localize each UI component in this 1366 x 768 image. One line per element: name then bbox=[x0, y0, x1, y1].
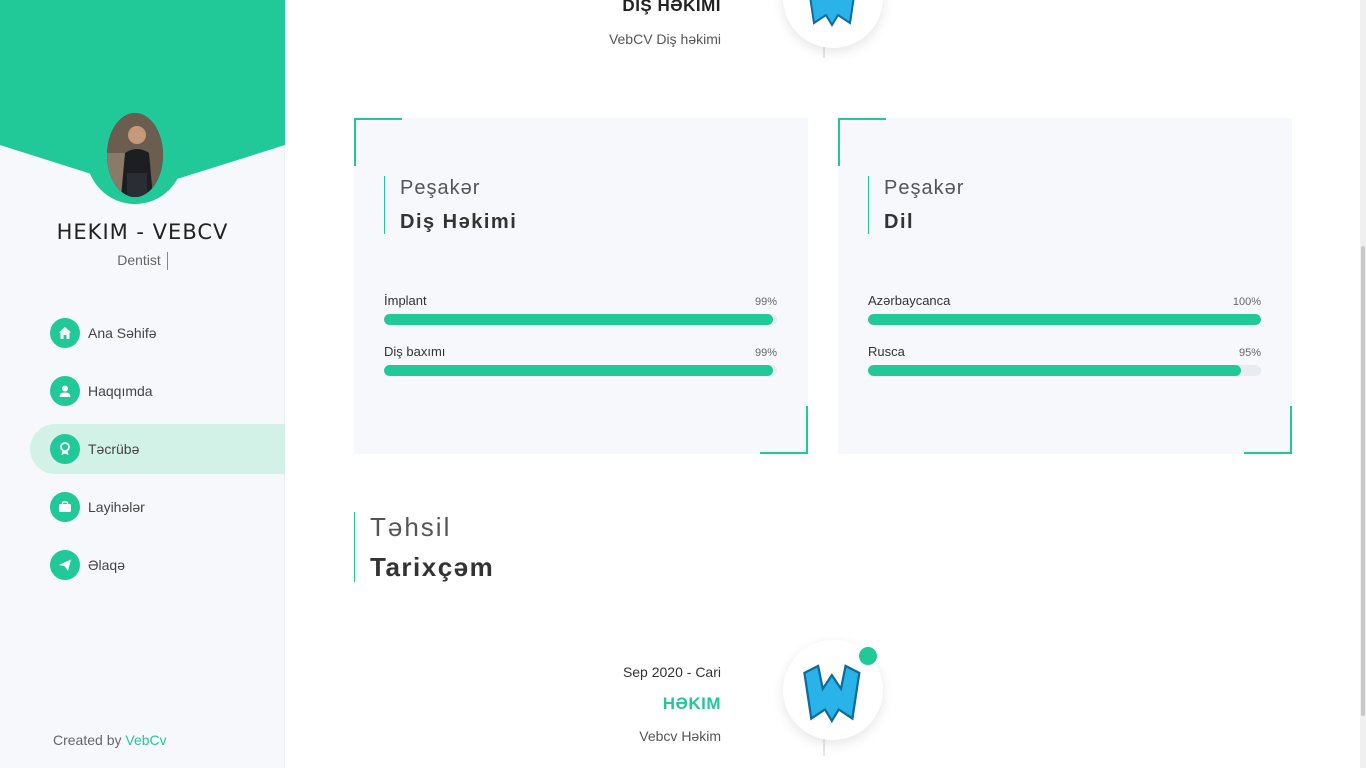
skills-card-dentist: Peşakər Diş Həkimi İmplant 99% Diş baxım… bbox=[354, 118, 808, 454]
nav-label-experience: Təcrübə bbox=[88, 441, 140, 457]
avatar-frame bbox=[86, 104, 184, 204]
brand-subtitle-text: Dentist bbox=[117, 252, 161, 268]
footer-credit-link[interactable]: VebCv bbox=[125, 732, 166, 748]
nav-item-home[interactable]: Ana Səhifə bbox=[0, 308, 285, 358]
footer-credit-prefix: Created by bbox=[53, 732, 122, 748]
nav-item-contact[interactable]: Əlaqə bbox=[0, 540, 285, 590]
skill-progress-fill bbox=[868, 365, 1242, 376]
sidebar-nav: Ana Səhifə Haqqımda Təcrübə Layihələr Əl… bbox=[0, 308, 285, 598]
education-entry-date: Sep 2020 - Cari bbox=[622, 664, 721, 680]
skill-progress-fill bbox=[868, 314, 1261, 325]
skills-card-language: Peşakər Dil Azərbaycanca 100% Rusca 95% bbox=[838, 118, 1292, 454]
card-corner-bottom-right bbox=[760, 406, 808, 454]
nav-label-about: Haqqımda bbox=[88, 383, 153, 399]
nav-label-contact: Əlaqə bbox=[88, 557, 126, 573]
briefcase-icon bbox=[50, 492, 80, 522]
nav-item-about[interactable]: Haqqımda bbox=[0, 366, 285, 416]
brand-title: HEKIM - VEBCV bbox=[56, 220, 229, 244]
nav-label-home: Ana Səhifə bbox=[88, 325, 157, 341]
card-kicker: Peşakər bbox=[884, 177, 965, 199]
skill-percent: 99% bbox=[754, 347, 777, 359]
card-header: Peşakər Diş Həkimi bbox=[384, 176, 517, 234]
card-corner-top-left bbox=[354, 118, 402, 166]
company-logo bbox=[783, 0, 883, 48]
skill-progress-fill bbox=[384, 314, 774, 325]
skill-percent: 99% bbox=[754, 296, 777, 308]
paper-plane-icon bbox=[50, 550, 80, 580]
skill-item: Azərbaycanca 100% bbox=[868, 290, 1261, 325]
skill-name: Rusca bbox=[868, 344, 905, 359]
card-title: Dil bbox=[884, 211, 915, 233]
skill-progress-track bbox=[384, 365, 777, 376]
skill-percent: 95% bbox=[1238, 347, 1261, 359]
skill-progress-track bbox=[868, 365, 1261, 376]
education-section-header: Təhsil Tarixçəm bbox=[354, 512, 494, 582]
card-kicker: Peşakər bbox=[400, 177, 481, 199]
skill-name: Diş baxımı bbox=[384, 344, 446, 359]
card-header: Peşakər Dil bbox=[868, 176, 964, 234]
page-scrollbar[interactable] bbox=[1360, 0, 1366, 768]
section-title: Tarixçəm bbox=[370, 552, 495, 582]
typing-cursor bbox=[166, 252, 168, 271]
nav-item-experience[interactable]: Təcrübə bbox=[30, 424, 285, 474]
footer-credit: Created by VebCv bbox=[53, 732, 167, 748]
skill-name: İmplant bbox=[384, 293, 427, 308]
nav-label-projects: Layihələr bbox=[88, 499, 145, 515]
skill-percent: 100% bbox=[1232, 296, 1261, 308]
nav-item-projects[interactable]: Layihələr bbox=[0, 482, 285, 532]
card-corner-top-left bbox=[838, 118, 886, 166]
experience-entry-title: DIŞ HƏKIMI bbox=[622, 0, 721, 15]
scrollbar-thumb[interactable] bbox=[1361, 246, 1365, 716]
section-kicker: Təhsil bbox=[370, 512, 452, 542]
skill-item: Diş baxımı 99% bbox=[384, 341, 777, 376]
sidebar: HEKIM - VEBCV Dentist Ana Səhifə Haqqımd… bbox=[0, 0, 285, 768]
skill-progress-track bbox=[868, 314, 1261, 325]
home-icon bbox=[50, 318, 80, 348]
skill-item: Rusca 95% bbox=[868, 341, 1261, 376]
skill-progress-track bbox=[384, 314, 777, 325]
skill-item: İmplant 99% bbox=[384, 290, 777, 325]
skill-name: Azərbaycanca bbox=[868, 293, 951, 308]
current-status-dot bbox=[857, 645, 879, 667]
card-title: Diş Həkimi bbox=[400, 211, 518, 233]
education-entry-company: Vebcv Həkim bbox=[639, 728, 721, 744]
award-icon bbox=[50, 434, 80, 464]
main-content: DIŞ HƏKIMI VebCV Diş həkimi Peşakər Diş … bbox=[286, 0, 1366, 768]
brand-subtitle: Dentist bbox=[0, 252, 285, 271]
education-entry-title: HƏKIM bbox=[662, 694, 721, 713]
card-corner-bottom-right bbox=[1244, 406, 1292, 454]
skill-progress-fill bbox=[384, 365, 774, 376]
user-icon bbox=[50, 376, 80, 406]
avatar bbox=[107, 113, 163, 197]
experience-entry-company: VebCV Diş həkimi bbox=[608, 31, 721, 47]
